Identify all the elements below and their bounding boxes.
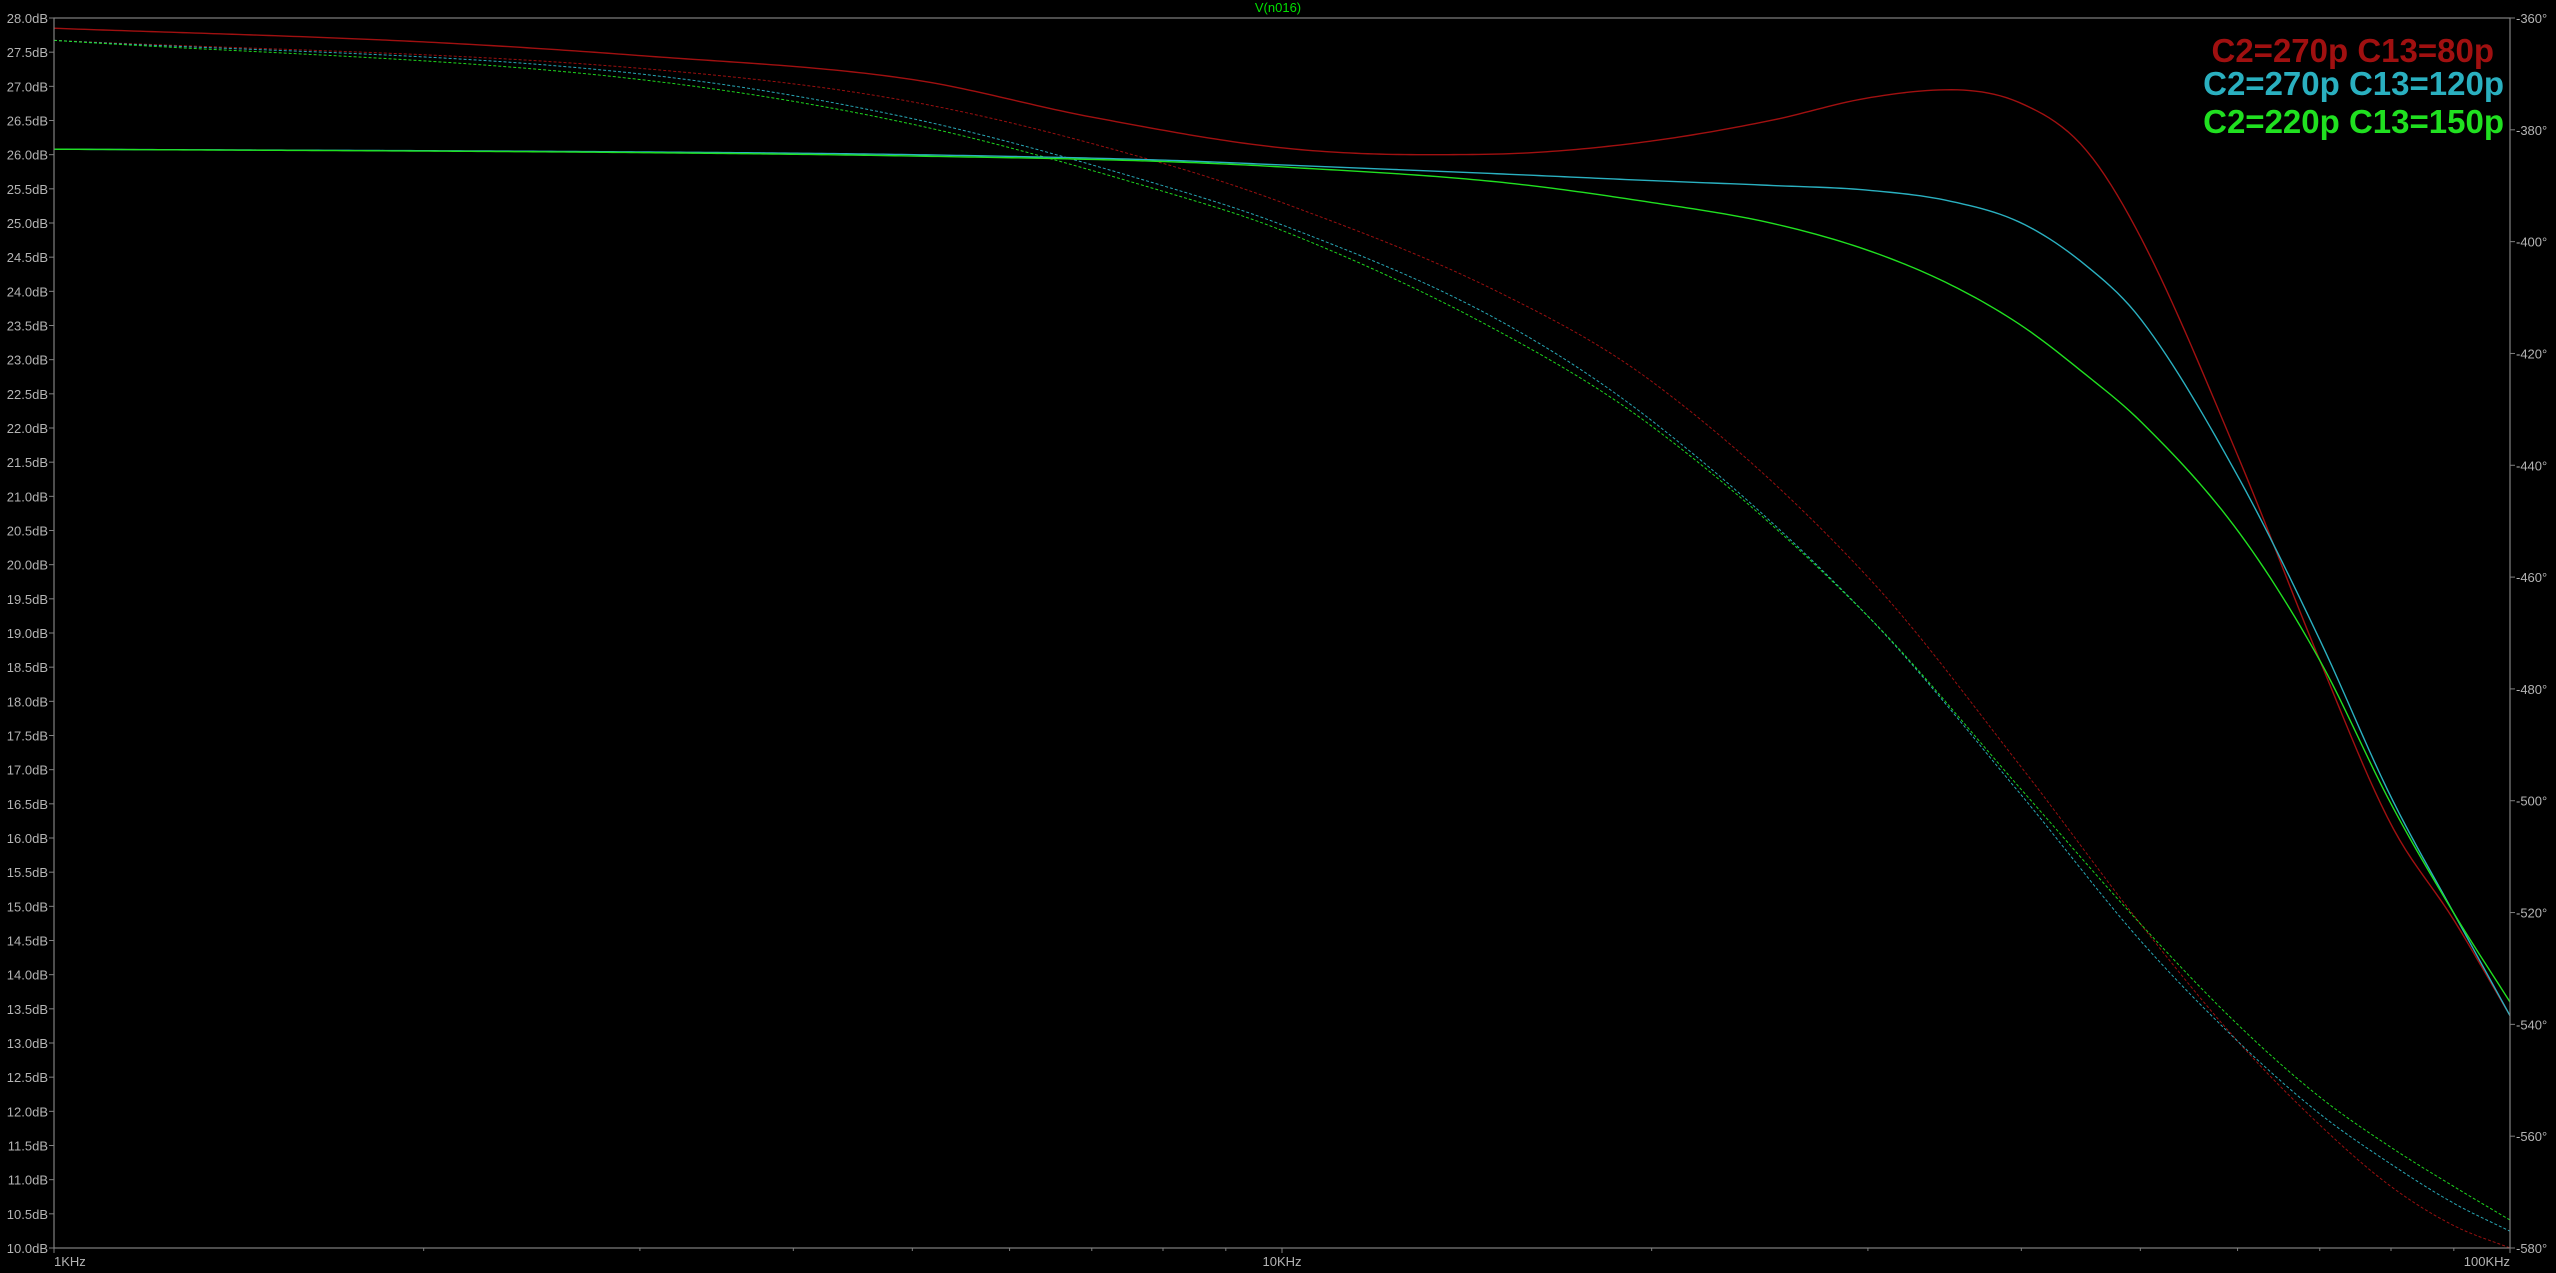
y2-tick-label-11: -580° — [2516, 1241, 2547, 1256]
bode-plot: V(n016) 28.0dB 27.5dB 27.0dB 26.5dB 26.0dB 25… — [7, 0, 2547, 1269]
y-tick-label-32: 12.0dB — [7, 1104, 48, 1119]
y-axis-left: 28.0dB 27.5dB 27.0dB 26.5dB 26.0dB 25.5dB 25.0… — [7, 11, 54, 1256]
y-tick-label-27: 14.5dB — [7, 934, 48, 949]
y-tick-label-25: 15.5dB — [7, 865, 48, 880]
y-tick-label-17: 19.5dB — [7, 592, 48, 607]
y-axis-right: -360° -380° -400° -420° -440° -460° -480° -500°… — [2510, 11, 2547, 1256]
y-tick-label-10: 23.0dB — [7, 353, 48, 368]
y-tick-label-6: 25.0dB — [7, 216, 48, 231]
legend-entry-0: C2=270p C13=80p — [2211, 32, 2494, 69]
y2-tick-label-6: -480° — [2516, 682, 2547, 697]
y-tick-label-20: 18.0dB — [7, 694, 48, 709]
y-tick-label-29: 13.5dB — [7, 1002, 48, 1017]
y2-tick-label-7: -500° — [2516, 794, 2547, 809]
y-tick-label-4: 26.0dB — [7, 148, 48, 163]
y-tick-label-28: 14.0dB — [7, 968, 48, 983]
legend-entry-1: C2=270p C13=120p — [2203, 65, 2504, 102]
y-tick-label-7: 24.5dB — [7, 250, 48, 265]
x-tick-label-2: 100KHz — [2464, 1254, 2510, 1269]
y-tick-label-24: 16.0dB — [7, 831, 48, 846]
x-tick-label-1: 10KHz — [1262, 1254, 1301, 1269]
plot-title: V(n016) — [1255, 0, 1301, 15]
legend: C2=270p C13=80p C2=270p C13=120p C2=220p… — [2203, 32, 2504, 140]
series-1-magnitude-line — [53, 148, 2511, 1017]
y-tick-label-22: 17.0dB — [7, 763, 48, 778]
y2-tick-label-2: -400° — [2516, 235, 2547, 250]
y-tick-label-3: 26.5dB — [7, 114, 48, 129]
y-tick-label-13: 21.5dB — [7, 455, 48, 470]
y-tick-label-5: 25.5dB — [7, 182, 48, 197]
y-tick-label-2: 27.0dB — [7, 79, 48, 94]
y2-tick-label-9: -540° — [2516, 1017, 2547, 1032]
x-tick-label-0: 1KHz — [54, 1254, 86, 1269]
y-tick-label-26: 15.0dB — [7, 899, 48, 914]
y2-tick-label-5: -460° — [2516, 570, 2547, 585]
y-tick-label-14: 21.0dB — [7, 489, 48, 504]
y2-tick-label-10: -560° — [2516, 1129, 2547, 1144]
y-tick-label-36: 10.0dB — [7, 1241, 48, 1256]
x-axis: 1KHz 10KHz 100KHz — [53, 1248, 2511, 1269]
y-tick-label-18: 19.0dB — [7, 626, 48, 641]
series-2-phase-line — [53, 39, 2511, 1221]
y2-tick-label-0: -360° — [2516, 11, 2547, 26]
y-tick-label-21: 17.5dB — [7, 729, 48, 744]
y2-tick-label-1: -380° — [2516, 123, 2547, 138]
plot-frame — [53, 17, 2511, 1249]
series-0-phase-line — [53, 39, 2511, 1249]
y-tick-label-23: 16.5dB — [7, 797, 48, 812]
y-tick-label-30: 13.0dB — [7, 1036, 48, 1051]
y-tick-label-16: 20.0dB — [7, 558, 48, 573]
legend-entry-2: C2=220p C13=150p — [2203, 103, 2504, 140]
series-1-phase-line — [53, 39, 2511, 1232]
y2-tick-label-4: -440° — [2516, 458, 2547, 473]
y-tick-label-31: 12.5dB — [7, 1070, 48, 1085]
y-tick-label-1: 27.5dB — [7, 45, 48, 60]
y2-tick-label-3: -420° — [2516, 346, 2547, 361]
y-tick-label-11: 22.5dB — [7, 387, 48, 402]
series-2-magnitude-line — [53, 148, 2511, 1003]
y-tick-label-15: 20.5dB — [7, 524, 48, 539]
series-0-magnitude-line — [53, 27, 2511, 1017]
y2-tick-label-8: -520° — [2516, 906, 2547, 921]
y-tick-label-35: 10.5dB — [7, 1207, 48, 1222]
y-tick-label-34: 11.0dB — [8, 1173, 48, 1188]
y-tick-label-0: 28.0dB — [7, 11, 48, 26]
y-tick-label-8: 24.0dB — [7, 284, 48, 299]
y-tick-label-12: 22.0dB — [7, 421, 48, 436]
y-tick-label-33: 11.5dB — [8, 1139, 48, 1154]
y-tick-label-19: 18.5dB — [7, 660, 48, 675]
y-tick-label-9: 23.5dB — [7, 319, 48, 334]
series-layer — [53, 27, 2511, 1249]
